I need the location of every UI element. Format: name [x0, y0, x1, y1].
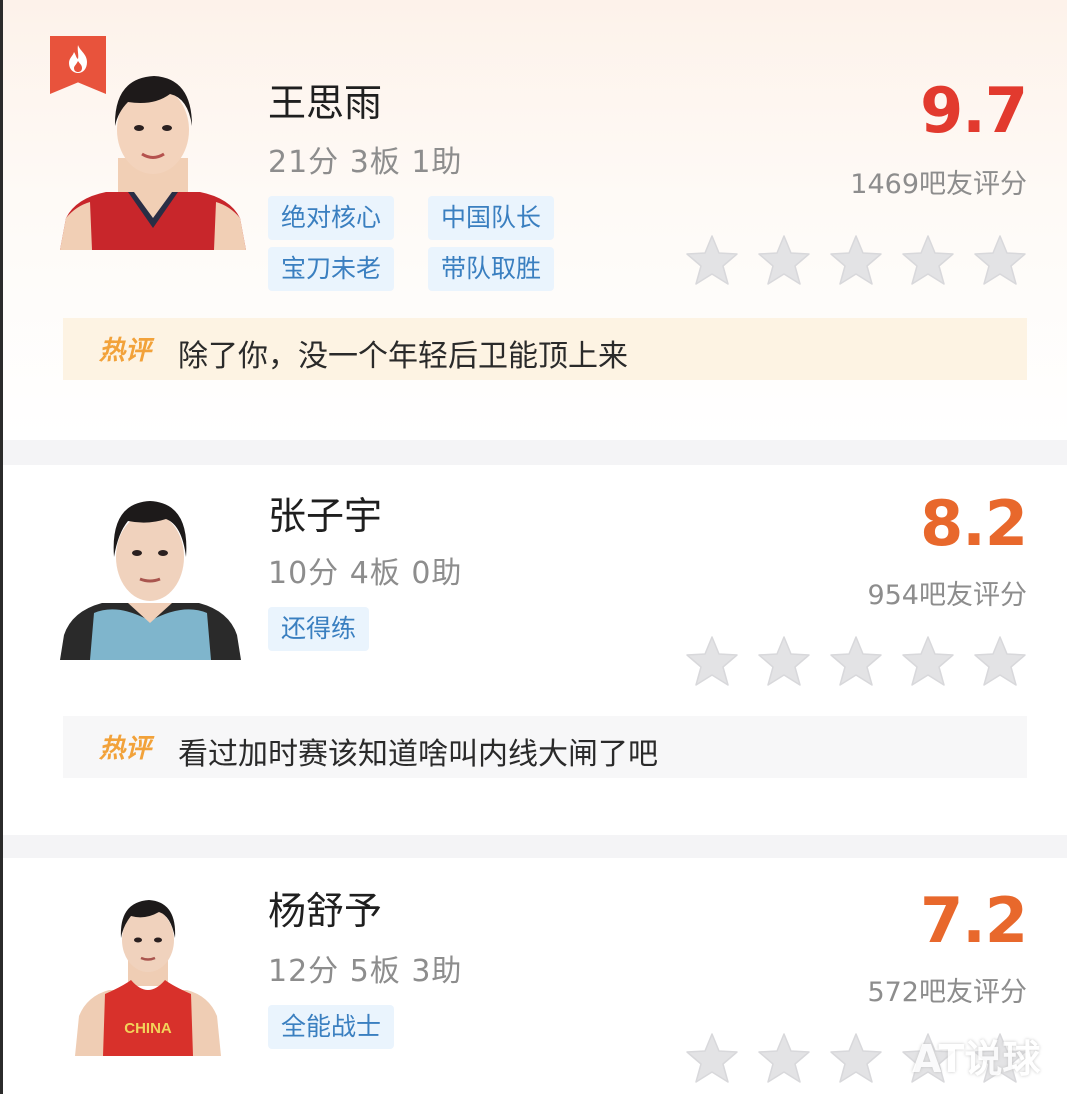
- player-name: 张子宇: [268, 494, 383, 538]
- player-score: 9.7: [920, 74, 1028, 147]
- star-icon[interactable]: [757, 234, 811, 286]
- star-icon[interactable]: [829, 1032, 883, 1084]
- star-icon[interactable]: [901, 234, 955, 286]
- hot-comment-text: 除了你，没一个年轻后卫能顶上来: [178, 339, 628, 374]
- hot-comment[interactable]: 热评 看过加时赛该知道啥叫内线大闸了吧: [63, 716, 1027, 778]
- player-avatar[interactable]: CHINA: [73, 896, 223, 1056]
- star-icon[interactable]: [757, 635, 811, 687]
- star-icon[interactable]: [685, 1032, 739, 1084]
- player-avatar[interactable]: [58, 68, 248, 250]
- tag[interactable]: 中国队长: [428, 196, 555, 240]
- star-rating[interactable]: [685, 635, 1027, 687]
- star-rating[interactable]: [685, 234, 1027, 286]
- star-icon[interactable]: [973, 234, 1027, 286]
- tag[interactable]: 还得练: [268, 607, 370, 651]
- tag[interactable]: 绝对核心: [268, 196, 395, 240]
- player-avatar[interactable]: [58, 495, 243, 660]
- star-icon[interactable]: [685, 234, 739, 286]
- jersey-text: CHINA: [124, 1020, 172, 1037]
- star-icon[interactable]: [829, 635, 883, 687]
- player-stats: 12分 5板 3助: [268, 954, 463, 989]
- rater-count: 572吧友评分: [867, 977, 1027, 1008]
- player-name: 杨舒予: [268, 889, 383, 933]
- hot-comment-label: 热评: [99, 734, 152, 764]
- watermark: AT说球: [912, 1037, 1041, 1081]
- hot-comment[interactable]: 热评 除了你，没一个年轻后卫能顶上来: [63, 318, 1027, 380]
- player-card[interactable]: 张子宇 10分 4板 0助 还得练 8.2 954吧友评分 热评 看过加时赛该知…: [3, 465, 1067, 835]
- player-card[interactable]: 王思雨 21分 3板 1助 绝对核心 中国队长 宝刀未老 带队取胜 9.7 14…: [3, 0, 1067, 440]
- rater-count: 954吧友评分: [867, 580, 1027, 611]
- player-stats: 21分 3板 1助: [268, 145, 463, 180]
- hot-comment-label: 热评: [99, 336, 152, 366]
- player-photo: CHINA: [75, 900, 221, 1056]
- player-stats: 10分 4板 0助: [268, 556, 463, 591]
- player-photo: [60, 501, 241, 660]
- tag[interactable]: 带队取胜: [428, 247, 555, 291]
- tag[interactable]: 全能战士: [268, 1005, 395, 1049]
- player-score: 7.2: [920, 884, 1028, 957]
- star-icon[interactable]: [685, 635, 739, 687]
- player-score: 8.2: [920, 487, 1028, 560]
- player-photo: [60, 76, 246, 250]
- star-icon[interactable]: [901, 635, 955, 687]
- star-icon[interactable]: [829, 234, 883, 286]
- star-icon[interactable]: [973, 635, 1027, 687]
- tag[interactable]: 宝刀未老: [268, 247, 395, 291]
- hot-comment-text: 看过加时赛该知道啥叫内线大闸了吧: [178, 737, 658, 772]
- star-icon[interactable]: [757, 1032, 811, 1084]
- player-card[interactable]: CHINA 杨舒予 12分 5板 3助 全能战士 7.2 572吧友评分: [3, 858, 1067, 1094]
- player-name: 王思雨: [268, 81, 383, 125]
- rater-count: 1469吧友评分: [850, 169, 1027, 200]
